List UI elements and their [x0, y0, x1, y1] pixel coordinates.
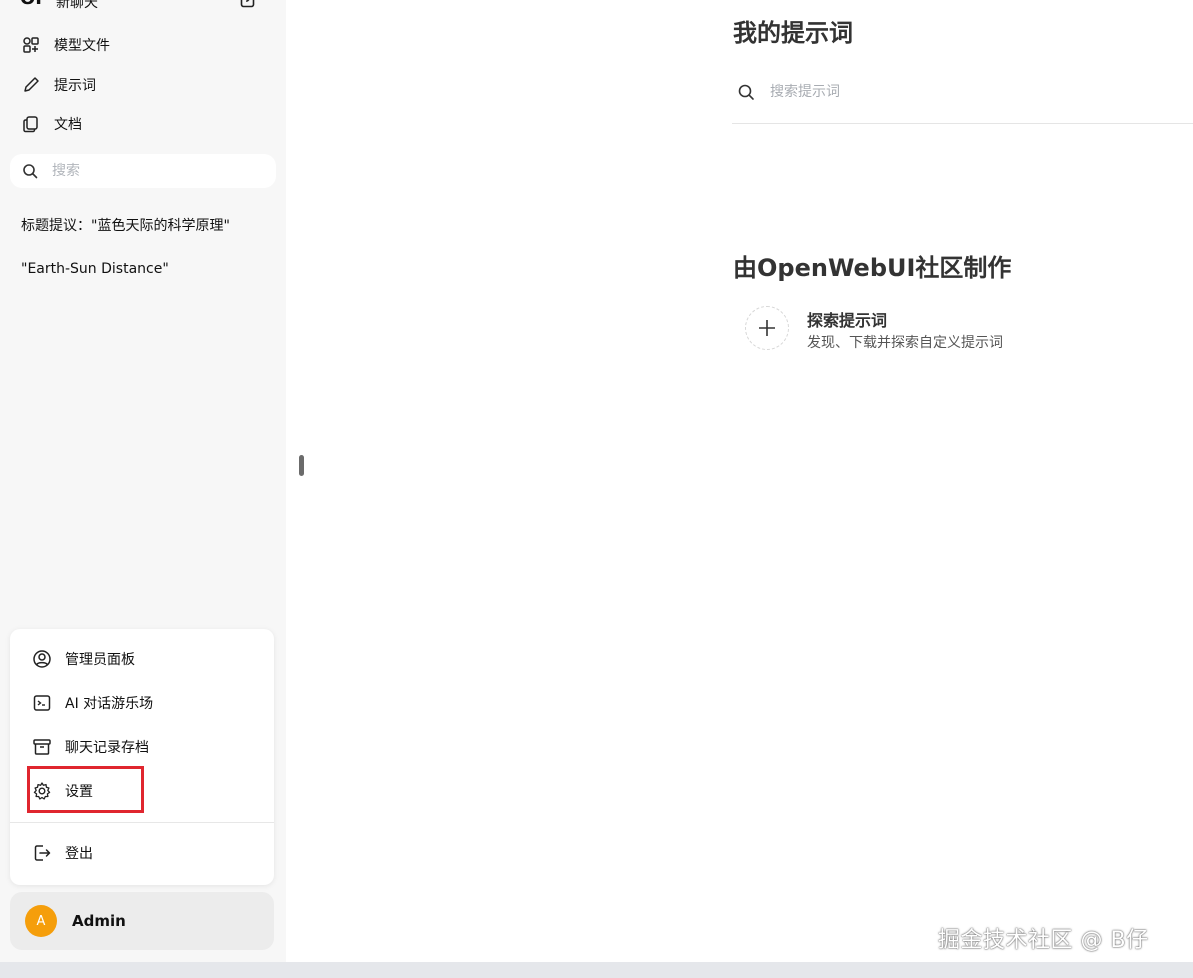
page-title: 我的提示词 [733, 19, 853, 47]
archive-box-icon [32, 737, 52, 757]
new-chat-label[interactable]: 新聊天 [56, 0, 98, 12]
user-profile-button[interactable]: A Admin [10, 892, 274, 950]
sidebar-header: OI 新聊天 [0, 0, 286, 14]
menu-item-playground[interactable]: AI 对话游乐场 [20, 684, 264, 722]
user-circle-icon [32, 649, 52, 669]
menu-item-admin-panel[interactable]: 管理员面板 [20, 640, 264, 678]
search-icon [22, 163, 38, 179]
menu-item-label: 设置 [65, 784, 93, 800]
menu-item-label: 管理员面板 [65, 652, 135, 668]
pencil-icon [22, 76, 40, 94]
menu-item-label: 聊天记录存档 [65, 740, 149, 756]
models-icon [22, 36, 40, 54]
sidebar-item-models[interactable]: 模型文件 [8, 27, 278, 63]
bottom-bar [0, 962, 1193, 978]
logout-icon [32, 843, 52, 863]
discover-title: 探索提示词 [807, 311, 888, 330]
chat-list-item[interactable]: 标题提议："蓝色天际的科学原理" [8, 208, 278, 242]
sidebar-item-label: 提示词 [54, 78, 96, 94]
user-menu: 管理员面板 AI 对话游乐场 聊天记录存档 设置 登出 [10, 629, 274, 885]
sidebar-item-label: 文档 [54, 117, 82, 133]
menu-item-archived-chats[interactable]: 聊天记录存档 [20, 728, 264, 766]
terminal-icon [32, 693, 52, 713]
menu-divider [10, 822, 274, 823]
sidebar-item-label: 模型文件 [54, 38, 110, 54]
sidebar-item-documents[interactable]: 文档 [8, 106, 278, 142]
menu-item-label: AI 对话游乐场 [65, 696, 154, 712]
chat-list-item[interactable]: "Earth-Sun Distance" [8, 252, 278, 286]
prompt-search-input[interactable] [768, 83, 1168, 101]
gear-icon [32, 781, 52, 801]
user-name: Admin [72, 912, 126, 930]
prompt-search [733, 75, 1193, 109]
sidebar: OI 新聊天 模型文件 [0, 0, 286, 962]
avatar: A [25, 905, 57, 937]
discover-subtitle: 发现、下载并探索自定义提示词 [807, 335, 1003, 351]
sidebar-search [10, 154, 276, 188]
documents-icon [22, 115, 40, 133]
app-logo: OI [20, 0, 42, 10]
watermark: 掘金技术社区 @ B仔 [938, 928, 1149, 953]
sidebar-item-prompts[interactable]: 提示词 [8, 67, 278, 103]
discover-prompts-link[interactable]: 探索提示词 发现、下载并探索自定义提示词 [745, 304, 1175, 354]
community-section-title: 由OpenWebUI社区制作 [733, 254, 1012, 282]
new-chat-edit-icon[interactable] [240, 0, 256, 8]
menu-item-label: 登出 [65, 846, 93, 862]
app-root: OI 新聊天 模型文件 [0, 0, 1193, 978]
sidebar-resize-handle[interactable] [299, 455, 304, 476]
menu-item-logout[interactable]: 登出 [20, 834, 264, 872]
search-icon [737, 83, 755, 101]
menu-item-settings[interactable]: 设置 [20, 772, 264, 810]
plus-icon [745, 306, 789, 350]
sidebar-search-input[interactable] [50, 162, 250, 180]
divider [732, 123, 1193, 124]
